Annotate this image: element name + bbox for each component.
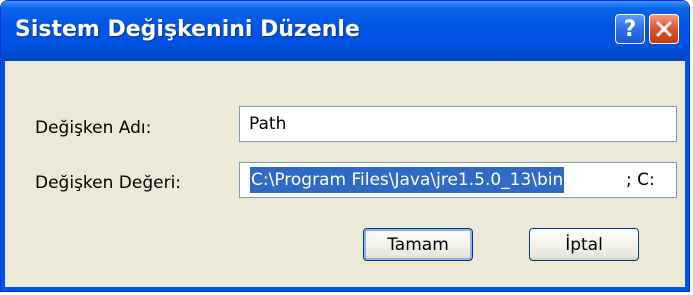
- variable-value-selected-text: C:\Program Files\Java\jre1.5.0_13\bin: [250, 167, 565, 193]
- variable-name-value: Path: [249, 114, 287, 134]
- cancel-button[interactable]: İptal: [529, 228, 639, 261]
- title-bar[interactable]: Sistem Değişkenini Düzenle ?: [1, 1, 689, 61]
- help-icon: ?: [623, 16, 637, 42]
- window-frame-left: [1, 61, 5, 291]
- variable-name-input[interactable]: Path: [239, 106, 677, 142]
- close-button[interactable]: [649, 14, 679, 44]
- window-frame-bottom: [1, 287, 689, 291]
- variable-value-label: Değişken Değeri:: [35, 173, 182, 193]
- dialog-title: Sistem Değişkenini Düzenle: [15, 17, 360, 42]
- edit-system-variable-dialog: Sistem Değişkenini Düzenle ? Değişken Ad…: [0, 0, 690, 292]
- variable-value-input[interactable]: C:\Program Files\Java\jre1.5.0_13\bin ; …: [239, 162, 677, 198]
- variable-name-label: Değişken Adı:: [35, 118, 152, 138]
- help-button[interactable]: ?: [615, 14, 645, 44]
- variable-value-remaining-text: ; C:: [626, 170, 655, 190]
- ok-button[interactable]: Tamam: [363, 228, 473, 261]
- window-frame-right: [685, 61, 689, 291]
- close-icon: [656, 21, 672, 37]
